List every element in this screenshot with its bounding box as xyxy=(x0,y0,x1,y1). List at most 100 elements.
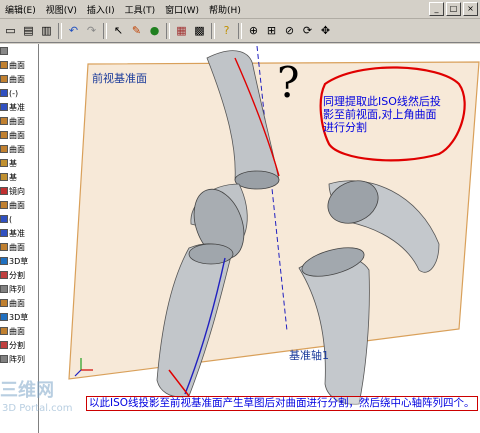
grid-icon[interactable]: ▩ xyxy=(191,22,208,40)
tree-item[interactable]: 曲面 xyxy=(0,324,38,338)
axis-icon xyxy=(0,229,8,237)
tree-item-label: (-) xyxy=(9,88,19,98)
pattern-icon xyxy=(0,355,8,363)
pan-icon[interactable]: ✥ xyxy=(317,22,334,40)
tree-item-label: 曲面 xyxy=(9,298,25,308)
tree-item[interactable] xyxy=(0,44,38,58)
menu-edit[interactable]: 编辑(E) xyxy=(0,3,41,16)
menu-view[interactable]: 视图(V) xyxy=(41,3,82,16)
tree-item[interactable]: 3D草 xyxy=(0,310,38,324)
tree-item[interactable]: 镜向 xyxy=(0,184,38,198)
split-icon xyxy=(0,341,8,349)
callout-bottom-text: 以此ISO线投影至前视基准面产生草图后对曲面进行分割，然后绕中心轴阵列四个。 xyxy=(86,396,478,411)
redo-icon[interactable]: ↷ xyxy=(83,22,100,40)
tree-item[interactable]: 曲面 xyxy=(0,296,38,310)
surface-icon xyxy=(0,75,8,83)
new-icon[interactable]: ▭ xyxy=(2,22,19,40)
pattern-icon xyxy=(0,285,8,293)
axis-icon xyxy=(0,103,8,111)
watermark-url: 3D Portal.com xyxy=(2,403,73,414)
tree-item[interactable]: 曲面 xyxy=(0,72,38,86)
tree-item-label: 基 xyxy=(9,158,17,168)
bottom-left-horn-end xyxy=(188,243,234,265)
tree-item[interactable]: 基 xyxy=(0,156,38,170)
tree-item-label: ( xyxy=(9,214,13,224)
tree-item[interactable]: 曲面 xyxy=(0,58,38,72)
tree-item-label: 曲面 xyxy=(9,200,25,210)
tree-item[interactable]: 分割 xyxy=(0,268,38,282)
surface-icon xyxy=(0,131,8,139)
minimize-button[interactable]: _ xyxy=(429,2,444,16)
menu-window[interactable]: 窗口(W) xyxy=(160,3,204,16)
select-icon[interactable]: ↖ xyxy=(110,22,127,40)
tree-item-label: 基准 xyxy=(9,102,25,112)
zoom-area-icon[interactable]: ⊞ xyxy=(263,22,280,40)
tree-item[interactable]: 基准 xyxy=(0,226,38,240)
menu-tools[interactable]: 工具(T) xyxy=(120,3,161,16)
part-icon xyxy=(0,47,8,55)
maximize-button[interactable]: □ xyxy=(446,2,461,16)
tree-item-label: 阵列 xyxy=(9,354,25,364)
surface-icon xyxy=(0,61,8,69)
sketch-icon xyxy=(0,89,8,97)
top-horn-end xyxy=(234,170,280,190)
tree-item[interactable]: 基准 xyxy=(0,100,38,114)
question-mark: ? xyxy=(277,58,300,107)
toolbar: ▭ ▤ ▥ ↶ ↷ ↖ ✎ ● ▦ ▩ ? ⊕ ⊞ ⊘ ⟳ ✥ xyxy=(0,19,480,43)
toolbar-separator xyxy=(103,22,107,39)
print-icon[interactable]: ▥ xyxy=(38,22,55,40)
tree-item[interactable]: 基 xyxy=(0,170,38,184)
tree-item-label: 基 xyxy=(9,172,17,182)
menu-help[interactable]: 帮助(H) xyxy=(204,3,246,16)
feature-icon xyxy=(0,159,8,167)
tree-item[interactable]: 阵列 xyxy=(0,352,38,366)
callout-top-text: 同理提取此ISO线然后投影至前视面,对上角曲面进行分割 xyxy=(323,95,441,134)
graphics-viewport[interactable]: 前视基准面 基准轴1 ? 同理提取此ISO线然后投影至前视面,对上角曲面进行分割… xyxy=(39,44,480,433)
feature-tree: 曲面 曲面 (-) 基准 曲面 曲面 曲面基基镜向 曲面(基准 曲面 3D草 分割 阵列 曲面 3D草 曲面… xyxy=(0,44,39,433)
tree-item[interactable]: 分割 xyxy=(0,338,38,352)
tree-item-label: 曲面 xyxy=(9,130,25,140)
surface-icon xyxy=(0,327,8,335)
help-icon[interactable]: ? xyxy=(218,22,235,40)
surface-icon xyxy=(0,117,8,125)
open-icon[interactable]: ▤ xyxy=(20,22,37,40)
axis-label: 基准轴1 xyxy=(289,349,329,362)
rotate-icon[interactable]: ⟳ xyxy=(299,22,316,40)
zoom-icon[interactable]: ⊘ xyxy=(281,22,298,40)
sketch3d-icon xyxy=(0,257,8,265)
toolbar-separator xyxy=(211,22,215,39)
zoom-fit-icon[interactable]: ⊕ xyxy=(245,22,262,40)
tree-item[interactable]: 曲面 xyxy=(0,142,38,156)
surface-icon xyxy=(0,243,8,251)
toolbar-separator xyxy=(58,22,62,39)
tree-item[interactable]: 阵列 xyxy=(0,282,38,296)
surface-icon xyxy=(0,299,8,307)
tree-item[interactable]: 曲面 xyxy=(0,240,38,254)
undo-icon[interactable]: ↶ xyxy=(65,22,82,40)
front-plane-label: 前视基准面 xyxy=(92,72,147,85)
tree-item[interactable]: 3D草 xyxy=(0,254,38,268)
tree-item[interactable]: ( xyxy=(0,212,38,226)
tree-item-label: 3D草 xyxy=(9,256,29,266)
tree-item[interactable]: 曲面 xyxy=(0,128,38,142)
tree-item[interactable]: (-) xyxy=(0,86,38,100)
feature-icon xyxy=(0,173,8,181)
mirror-icon xyxy=(0,187,8,195)
tree-item-label: 镜向 xyxy=(9,186,25,196)
menu-insert[interactable]: 插入(I) xyxy=(82,3,120,16)
tree-item-label: 曲面 xyxy=(9,144,25,154)
tree-item-label: 分割 xyxy=(9,340,25,350)
surface-icon xyxy=(0,145,8,153)
sketch3d-icon xyxy=(0,313,8,321)
toolbar-separator xyxy=(166,22,170,39)
tree-item-label: 基准 xyxy=(9,228,25,238)
close-button[interactable]: × xyxy=(463,2,478,16)
sketch-icon[interactable]: ✎ xyxy=(128,22,145,40)
tree-item-label: 阵列 xyxy=(9,284,25,294)
window-controls: _ □ × xyxy=(429,2,478,16)
options-icon[interactable]: ▦ xyxy=(173,22,190,40)
toolbar-separator xyxy=(238,22,242,39)
tree-item[interactable]: 曲面 xyxy=(0,114,38,128)
rebuild-icon[interactable]: ● xyxy=(146,22,163,40)
tree-item[interactable]: 曲面 xyxy=(0,198,38,212)
